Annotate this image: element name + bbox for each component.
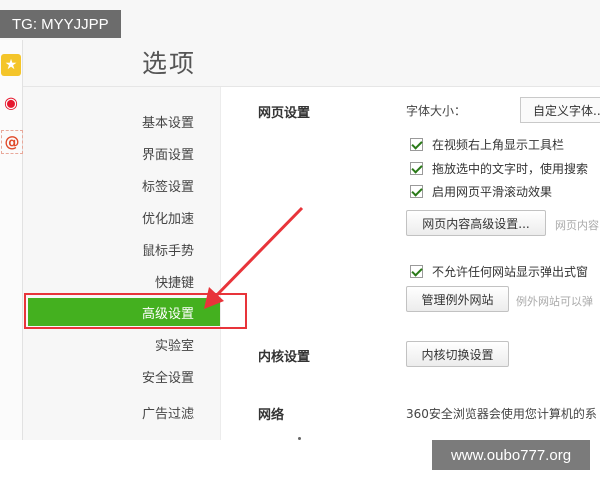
section-kernel: 内核设置 [258, 350, 311, 365]
nav-item-shortcuts[interactable]: 快捷键 [28, 267, 250, 295]
checkbox[interactable] [410, 137, 423, 151]
exceptions-hint: 例外网站可以弹 [516, 295, 593, 308]
font-size-label: 字体大小： [406, 104, 467, 118]
section-webpage: 网页设置 [258, 106, 311, 121]
font-select[interactable]: 自定义字体... [520, 97, 600, 123]
check-row-smooth-scroll[interactable]: 启用网页平滑滚动效果 [410, 182, 552, 200]
nav-item-lab[interactable]: 实验室 [28, 330, 250, 358]
check-row-drag-search[interactable]: 拖放选中的文字时，使用搜索 [410, 159, 588, 177]
kernel-switch-button[interactable]: 内核切换设置 [406, 341, 509, 367]
check-label: 拖放选中的文字时，使用搜索 [432, 161, 589, 176]
watermark-tg: TG: MYYJJPP [0, 10, 121, 38]
nav-item-adblock[interactable]: 广告过滤 [28, 398, 250, 426]
weibo-icon[interactable]: ◉ [1, 92, 21, 114]
browser-side-strip: ★ ◉ @ [0, 40, 23, 440]
section-network: 网络 [258, 408, 285, 423]
page-title: 选项 [142, 49, 197, 78]
watermark-url: www.oubo777.org [432, 440, 590, 470]
check-label: 不允许任何网站显示弹出式窗 [432, 264, 589, 279]
checkbox[interactable] [410, 264, 423, 278]
advanced-content-button[interactable]: 网页内容高级设置... [406, 210, 546, 236]
advanced-hint: 网页内容 [555, 219, 599, 232]
network-description: 360安全浏览器会使用您计算机的系 [406, 407, 597, 421]
nav-item-optimize[interactable]: 优化加速 [28, 203, 250, 231]
star-icon[interactable]: ★ [1, 54, 21, 76]
check-label: 在视频右上角显示工具栏 [432, 137, 565, 152]
manage-exceptions-button[interactable]: 管理例外网站 [406, 286, 509, 312]
nav-item-tabs[interactable]: 标签设置 [28, 171, 250, 199]
nav-item-mouse-gestures[interactable]: 鼠标手势 [28, 235, 250, 263]
check-row-block-popups[interactable]: 不允许任何网站显示弹出式窗 [410, 262, 588, 280]
check-label: 启用网页平滑滚动效果 [432, 184, 553, 199]
nav-item-basic[interactable]: 基本设置 [28, 107, 250, 135]
at-icon[interactable]: @ [1, 130, 23, 154]
checkbox[interactable] [410, 161, 423, 175]
divider-dot [298, 437, 301, 440]
check-row-video-toolbar[interactable]: 在视频右上角显示工具栏 [410, 135, 564, 153]
highlight-box [24, 293, 247, 329]
nav-item-security[interactable]: 安全设置 [28, 362, 250, 390]
options-window: ★ ◉ @ 选项 基本设置 界面设置 标签设置 优化加速 鼠标手势 快捷键 高级… [0, 0, 600, 440]
nav-item-interface[interactable]: 界面设置 [28, 139, 250, 167]
checkbox[interactable] [410, 184, 423, 198]
